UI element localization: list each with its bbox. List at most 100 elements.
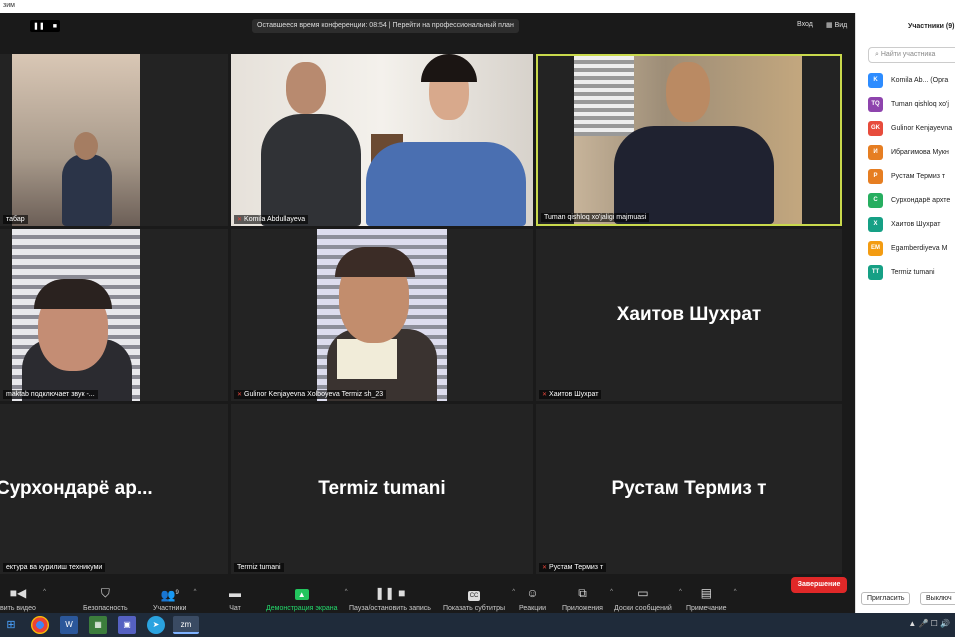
notes-icon: ▤ (700, 586, 712, 600)
participant-list-item[interactable]: EM Egamberdiyeva M (868, 236, 955, 260)
muted-mic-icon: ✕ (237, 217, 243, 223)
participant-avatar: K (868, 72, 883, 88)
pause-stop-icon: ❚❚ ■ (374, 586, 406, 600)
meeting-time-remaining[interactable]: Оставшееся время конференции: 08:54 | Пе… (252, 19, 519, 33)
participant-list-item[interactable]: TT Termiz tumani (868, 260, 955, 284)
tile-name-label: ✕ Gulinor Kenjayevna Xolboyeva Termiz sh_… (234, 390, 387, 399)
video-tile-2[interactable]: ✕ Komila Abdullayeva (231, 54, 533, 226)
chevron-up-icon[interactable]: ^ (345, 589, 348, 595)
chevron-up-icon[interactable]: ^ (679, 589, 682, 595)
participant-avatar: С (868, 192, 883, 208)
share-screen-button[interactable]: ▲ Демонстрация экрана ^ (266, 585, 348, 612)
chevron-up-icon[interactable]: ^ (512, 589, 515, 595)
word-icon[interactable]: W (60, 616, 78, 634)
whiteboard-icon: ▭ (637, 586, 649, 600)
video-tile-3-active-speaker[interactable]: Tuman qishloq xo'jaligi majmuasi (536, 54, 842, 226)
view-button[interactable]: ▦ Вид (826, 21, 847, 29)
participant-list-item[interactable]: K Komila Ab... (Орга (868, 68, 955, 92)
share-screen-icon: ▲ (266, 585, 338, 601)
participant-list-item[interactable]: Х Хаитов Шухрат (868, 212, 955, 236)
windows-taskbar: ⊞ W ▦ ▣ ➤ zm ▲ 🎤 ☐ 🔊 (0, 613, 955, 637)
apps-button[interactable]: ⧉ Приложения ^ (562, 585, 613, 612)
participant-list-item[interactable]: GK Gulinor Kenjayevna (868, 116, 955, 140)
participant-avatar: Р (868, 168, 883, 184)
window-titlebar: зим (0, 0, 955, 13)
chevron-up-icon[interactable]: ^ (194, 589, 197, 595)
windows-start-icon[interactable]: ⊞ (2, 616, 20, 634)
tile-name-label: Tuman qishloq xo'jaligi majmuasi (541, 213, 650, 222)
grid-view-icon: ▦ (826, 22, 835, 29)
show-captions-button[interactable]: CC Показать субтитры ^ (443, 585, 515, 612)
participants-panel-title: Участники (9) (908, 23, 955, 30)
participant-video (12, 229, 140, 401)
tile-name-label: Termiz tumani (234, 563, 284, 572)
captions-icon: CC (467, 591, 481, 601)
participant-search-input[interactable]: ⌕ Найти участника (868, 47, 955, 63)
pause-recording-icon[interactable]: ❚❚ (33, 22, 45, 30)
participant-list-item[interactable]: Р Рустам Термиз т (868, 164, 955, 188)
tile-name-label: maktab подключает звук -... (3, 390, 98, 399)
participants-button[interactable]: 👥9 Участники ^ (153, 585, 196, 612)
video-tile-6[interactable]: Хаитов Шухрат ✕ Хаитов Шухрат (536, 229, 842, 401)
enter-button[interactable]: Вход (797, 21, 813, 28)
participant-list-item[interactable]: И Ибрагимова Мукн (868, 140, 955, 164)
participant-avatar: GK (868, 120, 883, 136)
save-disk-icon[interactable]: ▣ (118, 616, 136, 634)
person-hair (421, 54, 477, 82)
chevron-up-icon[interactable]: ^ (43, 589, 46, 595)
participant-video (574, 56, 802, 224)
participant-name: Хаитов Шухрат (891, 220, 941, 228)
chevron-up-icon[interactable]: ^ (734, 589, 737, 595)
video-tile-7[interactable]: Сурхондарё ар... ектура ва курилиш техни… (0, 404, 228, 574)
invite-button[interactable]: Пригласить (861, 592, 911, 605)
person-scarf (337, 339, 397, 379)
video-tile-1[interactable]: табар (0, 54, 228, 226)
telegram-icon[interactable]: ➤ (147, 616, 165, 634)
person-silhouette (614, 126, 774, 224)
person-head (666, 62, 710, 122)
stop-recording-icon[interactable]: ■ (53, 23, 57, 30)
video-tile-8[interactable]: Termiz tumani Termiz tumani (231, 404, 533, 574)
reactions-button[interactable]: ☺ Реакции (519, 585, 546, 612)
video-tile-4[interactable]: maktab подключает звук -... (0, 229, 228, 401)
person-hair (335, 247, 415, 277)
participant-display-name: Сурхондарё ар... (0, 478, 153, 499)
tile-name-label: ✕ Хаитов Шухрат (539, 390, 602, 399)
participant-avatar: TQ (868, 96, 883, 112)
participant-video (317, 229, 447, 401)
notes-button[interactable]: ▤ Примечание ^ (686, 585, 737, 612)
participant-name: Tuman qishloq xo'j (891, 100, 949, 108)
tile-name-label: ✕ Рустам Термиз т (539, 563, 607, 572)
video-tile-9[interactable]: Рустам Термиз т ✕ Рустам Термиз т (536, 404, 842, 574)
tile-name-label: ектура ва курилиш техникуми (3, 563, 106, 572)
participant-list: K Komila Ab... (Орга TQ Tuman qishloq xo'j G… (868, 68, 955, 284)
participant-list-item[interactable]: TQ Tuman qishloq xo'j (868, 92, 955, 116)
mute-all-button[interactable]: Выключ (920, 592, 955, 605)
chrome-icon[interactable] (31, 616, 49, 634)
meeting-topbar: ❚❚ ■ Оставшееся время конференции: 08:54… (0, 13, 855, 39)
security-button[interactable]: ⛉ Безопасность (83, 585, 128, 612)
system-tray[interactable]: ▲ 🎤 ☐ 🔊 (908, 619, 950, 628)
participant-name: Termiz tumani (891, 268, 935, 276)
participant-avatar: И (868, 144, 883, 160)
view-label: Вид (834, 22, 848, 29)
participant-display-name: Termiz tumani (318, 478, 446, 499)
zoom-meeting-window: ❚❚ ■ Оставшееся время конференции: 08:54… (0, 13, 855, 626)
person-head (74, 132, 98, 160)
participant-name: Рустам Термиз т (891, 172, 946, 180)
participant-name: Gulinor Kenjayevna (891, 124, 953, 132)
participant-list-item[interactable]: С Сурхондарё архте (868, 188, 955, 212)
chevron-up-icon[interactable]: ^ (610, 589, 613, 595)
whiteboards-button[interactable]: ▭ Доски сообщений ^ (614, 585, 682, 612)
pause-stop-recording-button[interactable]: ❚❚ ■ Пауза/остановить запись (349, 585, 431, 612)
end-meeting-button[interactable]: Завершение (791, 577, 847, 593)
start-video-button[interactable]: ■◀ вить видео ^ (0, 585, 46, 612)
video-tile-5[interactable]: ✕ Gulinor Kenjayevna Xolboyeva Termiz sh_… (231, 229, 533, 401)
zoom-app-icon[interactable]: zm (173, 616, 199, 634)
spreadsheet-icon[interactable]: ▦ (89, 616, 107, 634)
tile-name-label: табар (3, 215, 28, 224)
participant-name: Komila Ab... (Орга (891, 76, 949, 84)
participant-video (12, 54, 140, 226)
video-grid: табар ✕ Komila Abdullayeva Tuman qishloq … (0, 54, 842, 574)
chat-button[interactable]: ▬ Чат (229, 585, 241, 612)
